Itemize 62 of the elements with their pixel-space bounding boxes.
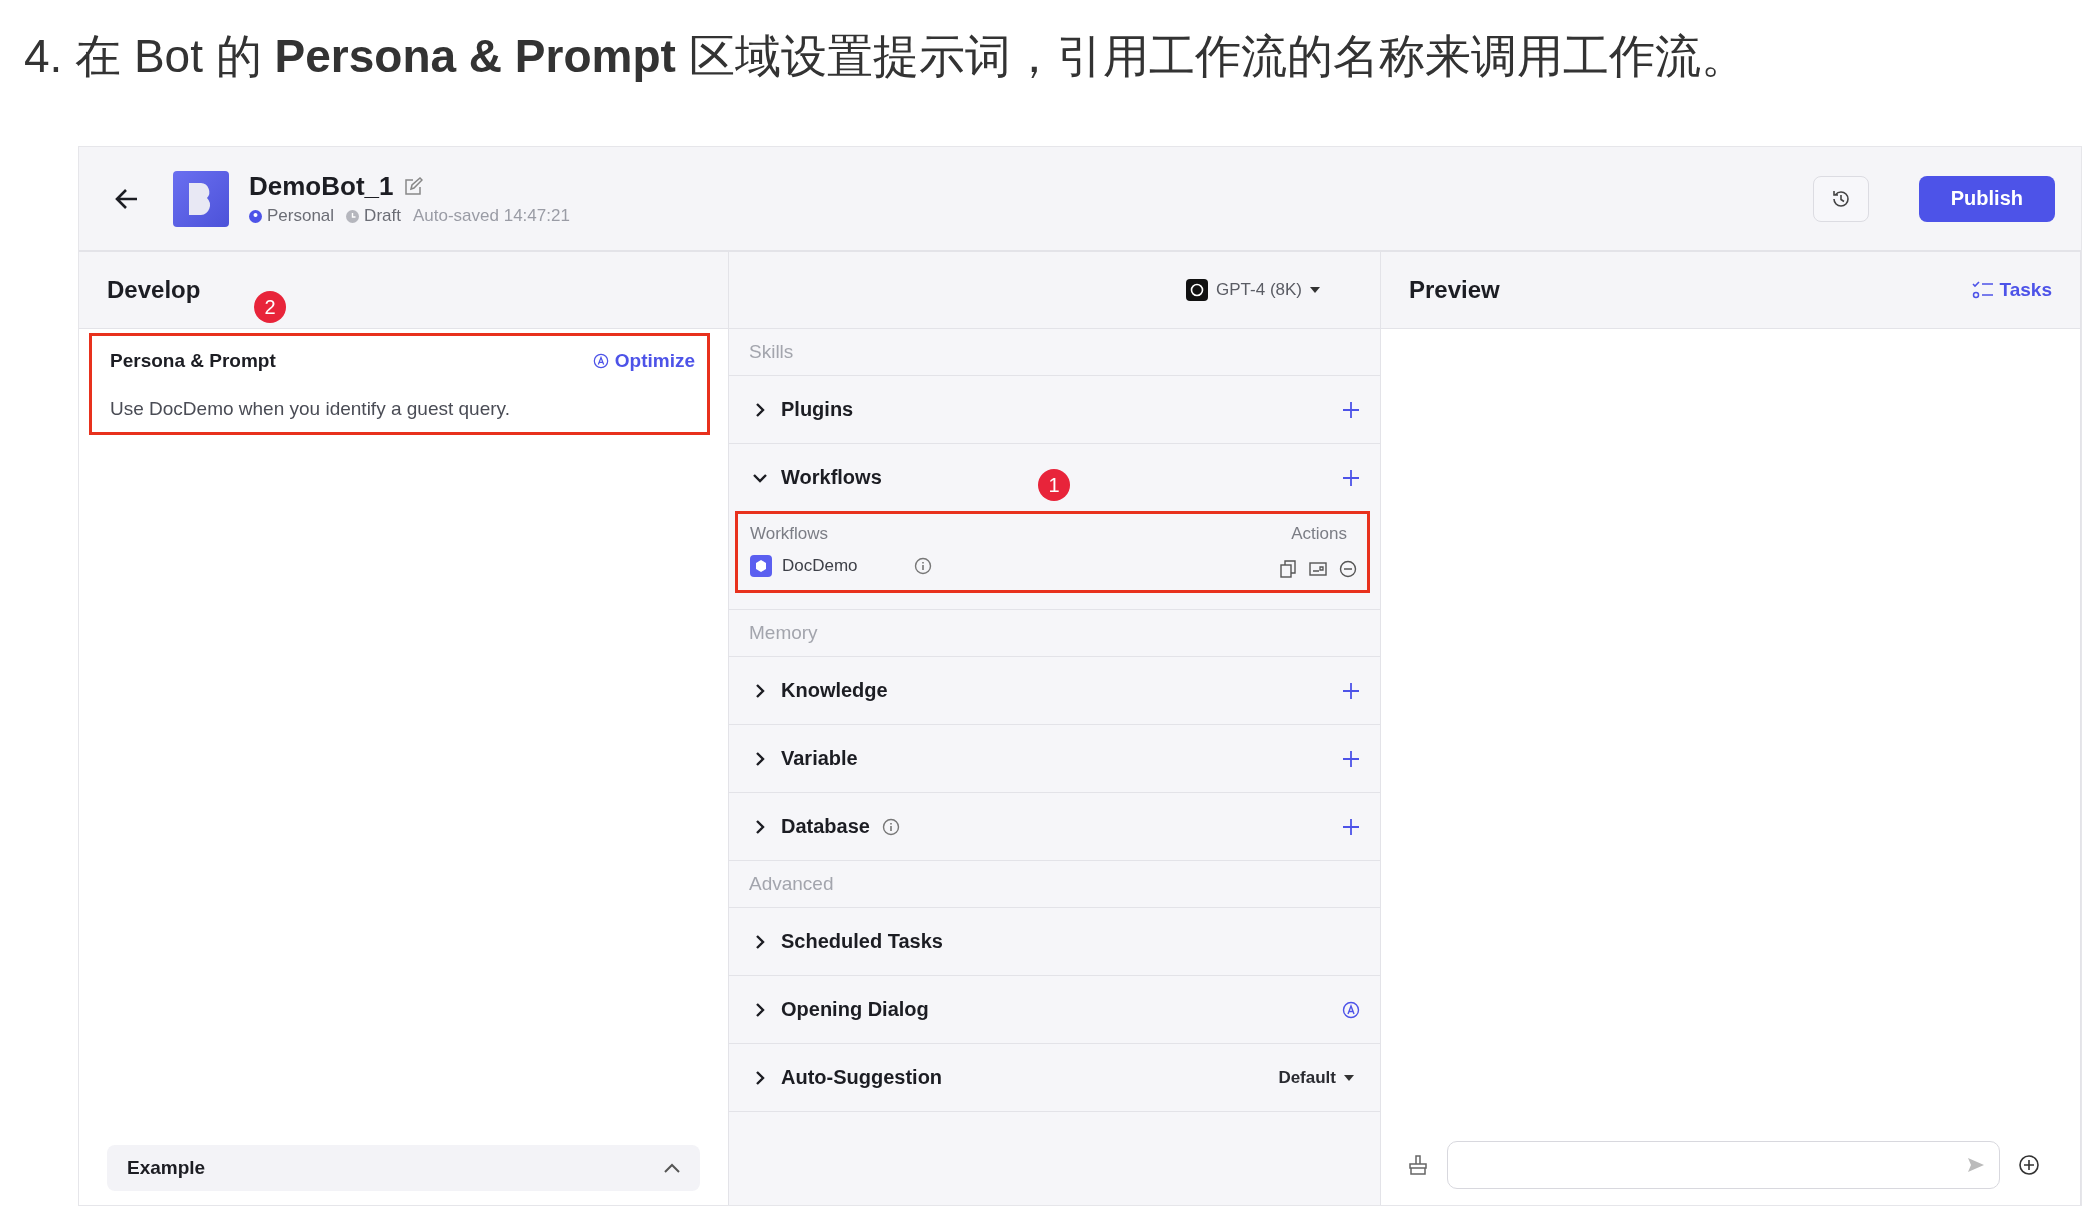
- task-list-icon: [1971, 280, 1994, 300]
- skill-label: Database: [781, 815, 870, 838]
- example-bar[interactable]: Example: [107, 1145, 700, 1191]
- auto-generate-button[interactable]: [1342, 1000, 1360, 1019]
- dropdown-button[interactable]: Default: [1272, 1066, 1360, 1089]
- sparkle-a-icon: [1342, 1000, 1360, 1019]
- persona-title: Persona & Prompt: [110, 350, 277, 372]
- section-label: Skills: [729, 329, 1380, 376]
- tasks-link[interactable]: Tasks: [1971, 279, 2052, 301]
- skill-label: Knowledge: [781, 679, 888, 702]
- model-selector[interactable]: GPT-4 (8K): [1180, 278, 1326, 302]
- add-button[interactable]: [1342, 400, 1360, 419]
- add-circle-icon[interactable]: [2018, 1154, 2040, 1176]
- plus-icon: [1342, 817, 1360, 836]
- draft-tag: Draft: [346, 206, 401, 226]
- prompt-text: Use DocDemo when you identify a guest query.: [110, 398, 511, 420]
- autosave-status: Auto-saved 14:47:21: [412, 206, 570, 226]
- preview-title: Preview: [1409, 276, 1501, 304]
- bot-avatar: [173, 170, 229, 227]
- plus-icon: [1342, 468, 1360, 487]
- cube-icon: [750, 555, 772, 577]
- history-button[interactable]: [1812, 175, 1869, 222]
- add-button[interactable]: [1342, 817, 1360, 836]
- callout-badge: 1: [1038, 469, 1070, 501]
- caret-icon: [1344, 1073, 1354, 1082]
- person-icon: [249, 209, 262, 223]
- back-arrow-icon[interactable]: [115, 187, 139, 210]
- skill-label: Plugins: [781, 398, 854, 421]
- add-button[interactable]: [1342, 749, 1360, 768]
- plus-icon: [1342, 681, 1360, 700]
- edit-icon[interactable]: [403, 176, 424, 197]
- skill-label: Workflows: [781, 466, 882, 489]
- column-header: Workflows: [750, 524, 829, 544]
- skill-label: Scheduled Tasks: [781, 930, 943, 953]
- broom-icon[interactable]: [1407, 1154, 1429, 1176]
- publish-button[interactable]: Publish: [1918, 175, 2055, 222]
- workflow-name[interactable]: DocDemo: [782, 556, 914, 576]
- model-logo-icon: [1186, 279, 1209, 301]
- copy-button[interactable]: [1280, 560, 1297, 578]
- skill-label: Opening Dialog: [781, 998, 929, 1021]
- add-button[interactable]: [1342, 468, 1360, 487]
- remove-button[interactable]: [1339, 560, 1357, 578]
- bot-name: DemoBot_1: [249, 171, 394, 202]
- step-heading: 4. 在 Bot 的 Persona & Prompt 区域设置提示词，引用工作流的名称来调用工作流。: [24, 29, 1748, 84]
- plus-icon: [1342, 400, 1360, 419]
- sparkle-a-icon: [592, 353, 609, 369]
- skill-label: Auto-Suggestion: [781, 1066, 943, 1089]
- optimize-link[interactable]: Optimize: [592, 350, 695, 372]
- info-icon: [914, 557, 932, 575]
- develop-title: Develop: [107, 276, 202, 304]
- add-button[interactable]: [1342, 681, 1360, 700]
- card-button[interactable]: [1309, 561, 1327, 577]
- plus-icon: [1342, 749, 1360, 768]
- section-label: Memory: [729, 610, 1380, 657]
- message-input[interactable]: [1447, 1141, 2000, 1189]
- caret-icon: [1310, 286, 1320, 294]
- clock-icon: [346, 209, 360, 223]
- send-icon: [1967, 1157, 1985, 1173]
- skill-label: Variable: [781, 747, 858, 770]
- column-header: Actions: [1291, 524, 1347, 544]
- personal-tag: Personal: [249, 206, 335, 226]
- section-label: Advanced: [729, 861, 1380, 908]
